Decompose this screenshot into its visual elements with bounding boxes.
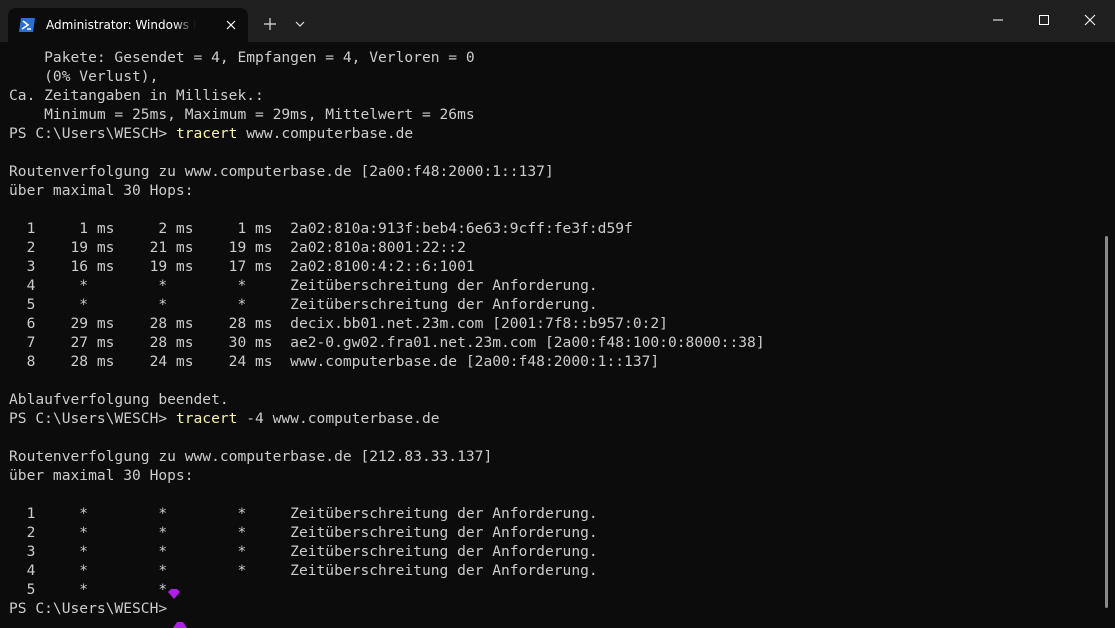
output-line: Ablaufverfolgung beendet. — [9, 391, 229, 408]
output-line: Pakete: Gesendet = 4, Empfangen = 4, Ver… — [9, 49, 475, 66]
prompt-text: PS C:\Users\WESCH> — [9, 410, 176, 427]
cursor-marker-icon — [167, 585, 181, 599]
command-text: tracert — [175, 410, 238, 427]
output-line: 1 1 ms 2 ms 1 ms 2a02:810a:913f:beb4:6e6… — [9, 220, 633, 237]
output-line: Routenverfolgung zu www.computerbase.de … — [9, 448, 493, 465]
minimize-button[interactable] — [975, 0, 1021, 40]
plus-icon — [264, 18, 276, 30]
output-line: 1 * * * Zeitüberschreitung der Anforderu… — [9, 505, 598, 522]
maximize-button[interactable] — [1021, 0, 1067, 40]
output-line: 3 * * * Zeitüberschreitung der Anforderu… — [9, 543, 598, 560]
tab-close-icon[interactable] — [222, 16, 240, 34]
new-tab-button[interactable] — [258, 12, 282, 36]
output-line: 5 * * * Zeitüberschreitung der Anforderu… — [9, 296, 598, 313]
close-button[interactable] — [1067, 0, 1113, 40]
close-icon — [1084, 14, 1096, 26]
output-line: (0% Verlust), — [9, 68, 159, 85]
output-line: 4 * * * Zeitüberschreitung der Anforderu… — [9, 277, 598, 294]
title-bar: Administrator: Windows PowerShell — [0, 0, 1115, 42]
output-line: 7 27 ms 28 ms 30 ms ae2-0.gw02.fra01.net… — [9, 334, 765, 351]
output-line: Ca. Zeitangaben in Millisek.: — [9, 87, 264, 104]
output-line: 6 29 ms 28 ms 28 ms decix.bb01.net.23m.c… — [9, 315, 668, 332]
tab-powershell[interactable]: Administrator: Windows PowerShell — [8, 8, 248, 42]
tab-title: Administrator: Windows PowerShell — [46, 18, 196, 32]
maximize-icon — [1039, 15, 1049, 25]
minimize-icon — [993, 19, 1003, 21]
command-args: www.computerbase.de — [237, 125, 414, 142]
command-text: tracert — [175, 125, 238, 142]
output-line: 8 28 ms 24 ms 24 ms www.computerbase.de … — [9, 353, 660, 370]
scrollbar-thumb[interactable] — [1105, 236, 1108, 608]
output-line: 5 * * — [9, 580, 1094, 599]
prompt-text: PS C:\Users\WESCH> — [9, 600, 168, 617]
chevron-down-icon — [295, 21, 305, 27]
prompt-line: PS C:\Users\WESCH> tracert www.computerb… — [9, 124, 1094, 143]
prompt-line: PS C:\Users\WESCH> tracert -4 www.comput… — [9, 409, 1094, 428]
terminal-output[interactable]: Pakete: Gesendet = 4, Empfangen = 4, Ver… — [9, 48, 1094, 624]
command-args: -4 www.computerbase.de — [237, 410, 440, 427]
output-line: Minimum = 25ms, Maximum = 29ms, Mittelwe… — [9, 106, 475, 123]
output-line: 2 19 ms 21 ms 19 ms 2a02:810a:8001:22::2 — [9, 239, 466, 256]
output-line: über maximal 30 Hops: — [9, 182, 194, 199]
output-line: 4 * * * Zeitüberschreitung der Anforderu… — [9, 562, 598, 579]
profile-dropdown-button[interactable] — [288, 12, 312, 36]
prompt-line: PS C:\Users\WESCH> — [9, 599, 1094, 618]
cursor-marker-icon — [173, 622, 187, 628]
output-line: 2 * * * Zeitüberschreitung der Anforderu… — [9, 524, 598, 541]
powershell-icon — [18, 16, 36, 34]
prompt-text: PS C:\Users\WESCH> — [9, 125, 176, 142]
terminal-window: Administrator: Windows PowerShell — [0, 0, 1115, 628]
output-line: Routenverfolgung zu www.computerbase.de … — [9, 163, 554, 180]
output-line: über maximal 30 Hops: — [9, 467, 194, 484]
output-line: 3 16 ms 19 ms 17 ms 2a02:8100:4:2::6:100… — [9, 258, 475, 275]
